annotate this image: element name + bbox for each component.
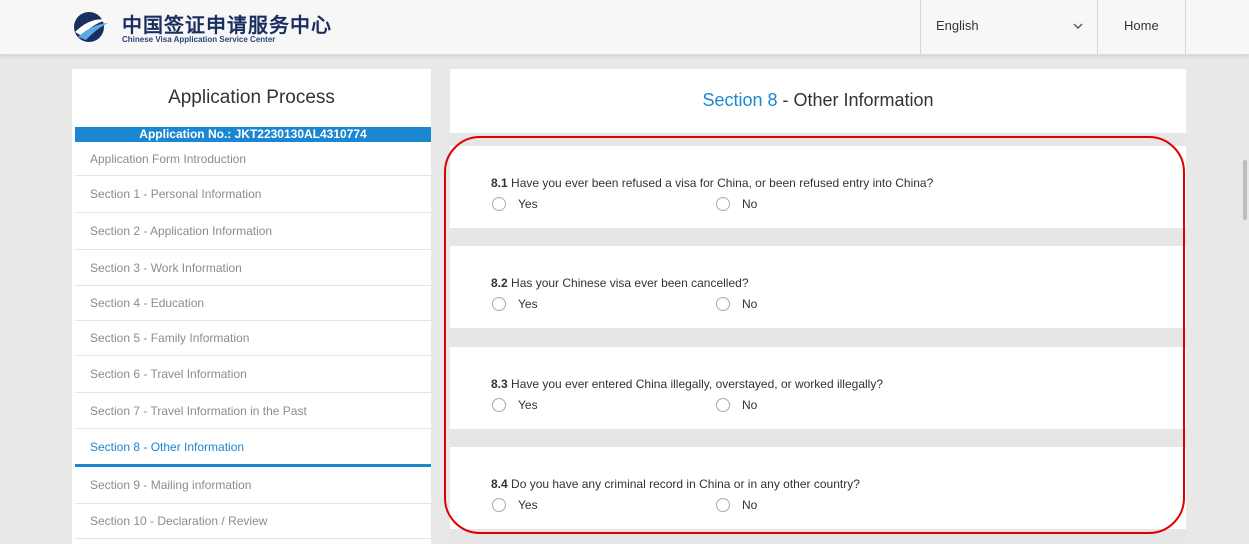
radio-circle-icon — [492, 398, 506, 412]
radio-circle-icon — [716, 398, 730, 412]
sidebar-item-label: Section 7 - Travel Information in the Pa… — [90, 403, 307, 418]
question-label: Have you ever been refused a visa for Ch… — [507, 176, 934, 190]
page-title: Section 8 - Other Information — [450, 69, 1186, 134]
radio-label: Yes — [518, 498, 538, 512]
question-number: 8.4 — [491, 477, 508, 491]
question-text: 8.1 Have you ever been refused a visa fo… — [491, 176, 933, 190]
sidebar-item-introduction[interactable]: Application Form Introduction — [75, 142, 431, 176]
question-8-2-no-radio[interactable]: No — [716, 297, 757, 311]
chevron-down-icon — [1073, 23, 1083, 29]
visa-center-logo-icon — [74, 12, 109, 42]
question-8-4-yes-radio[interactable]: Yes — [492, 498, 538, 512]
question-text: 8.4 Do you have any criminal record in C… — [491, 477, 860, 491]
question-8-3-yes-radio[interactable]: Yes — [492, 398, 538, 412]
sidebar-item-label: Section 4 - Education — [90, 296, 205, 310]
language-select-value: English — [936, 18, 979, 33]
page-scrollbar[interactable] — [1243, 160, 1247, 220]
question-8-3-no-radio[interactable]: No — [716, 398, 757, 412]
sidebar-item-label: Section 1 - Personal Information — [90, 187, 262, 201]
question-label: Have you ever entered China illegally, o… — [507, 377, 883, 391]
home-link[interactable]: Home — [1098, 0, 1186, 55]
radio-circle-icon — [492, 297, 506, 311]
question-8-4-no-radio[interactable]: No — [716, 498, 757, 512]
radio-circle-icon — [492, 197, 506, 211]
sidebar-title: Application Process — [168, 87, 335, 108]
question-8-1: 8.1 Have you ever been refused a visa fo… — [450, 146, 1186, 228]
radio-label: Yes — [518, 398, 538, 412]
top-bar: 中国签证申请服务中心 Chinese Visa Application Serv… — [0, 0, 1249, 55]
logo-english-text: Chinese Visa Application Service Center — [122, 35, 276, 44]
question-8-2-yes-radio[interactable]: Yes — [492, 297, 538, 311]
sidebar-item-section-8[interactable]: Section 8 - Other Information — [75, 429, 431, 467]
sidebar-item-label: Section 3 - Work Information — [90, 260, 242, 275]
section-form-panel: Section 8 - Other Information 8.1 Have y… — [450, 69, 1186, 544]
radio-label: Yes — [518, 297, 538, 311]
radio-label: No — [742, 197, 758, 211]
radio-label: No — [742, 398, 758, 412]
sidebar-item-section-10[interactable]: Section 10 - Declaration / Review — [75, 504, 431, 539]
question-8-1-no-radio[interactable]: No — [716, 197, 757, 211]
sidebar-item-section-5[interactable]: Section 5 - Family Information — [75, 321, 431, 356]
sidebar-item-section-7[interactable]: Section 7 - Travel Information in the Pa… — [75, 393, 431, 429]
sidebar-item-label: Application Form Introduction — [90, 151, 247, 166]
radio-circle-icon — [716, 297, 730, 311]
question-8-4: 8.4 Do you have any criminal record in C… — [450, 447, 1186, 529]
sidebar-item-label: Section 5 - Family Information — [90, 331, 250, 345]
application-process-sidebar: Application Process Application No.: JKT… — [72, 69, 431, 544]
radio-circle-icon — [492, 498, 506, 512]
sidebar-item-label: Section 9 - Mailing information — [90, 478, 252, 492]
sidebar-item-label: Section 2 - Application Information — [90, 224, 273, 238]
question-label: Has your Chinese visa ever been cancelle… — [507, 276, 749, 290]
radio-label: No — [742, 498, 758, 512]
question-text: 8.3 Have you ever entered China illegall… — [491, 377, 883, 391]
home-link-label: Home — [1124, 18, 1159, 33]
radio-label: No — [742, 297, 758, 311]
section-title: - Other Information — [777, 90, 934, 110]
sidebar-item-label: Section 10 - Declaration / Review — [90, 514, 268, 528]
question-number: 8.1 — [491, 176, 508, 190]
application-number-banner: Application No.: JKT2230130AL4310774 — [75, 127, 431, 142]
sidebar-item-section-6[interactable]: Section 6 - Travel Information — [75, 356, 431, 393]
question-8-1-yes-radio[interactable]: Yes — [492, 197, 538, 211]
sidebar-item-section-4[interactable]: Section 4 - Education — [75, 286, 431, 321]
question-text: 8.2 Has your Chinese visa ever been canc… — [491, 276, 749, 290]
question-8-3: 8.3 Have you ever entered China illegall… — [450, 347, 1186, 429]
sidebar-item-section-1[interactable]: Section 1 - Personal Information — [75, 176, 431, 213]
radio-label: Yes — [518, 197, 538, 211]
language-select[interactable]: English — [920, 0, 1098, 55]
sidebar-item-label: Section 6 - Travel Information — [90, 367, 247, 381]
radio-circle-icon — [716, 197, 730, 211]
sidebar-item-section-3[interactable]: Section 3 - Work Information — [75, 250, 431, 286]
question-8-2: 8.2 Has your Chinese visa ever been canc… — [450, 246, 1186, 328]
radio-circle-icon — [716, 498, 730, 512]
section-number: Section 8 — [702, 90, 778, 110]
sidebar-item-label: Section 8 - Other Information — [90, 439, 245, 454]
question-label: Do you have any criminal record in China… — [507, 477, 860, 491]
sidebar-item-section-2[interactable]: Section 2 - Application Information — [75, 213, 431, 250]
logo-chinese-text: 中国签证申请服务中心 — [122, 13, 332, 37]
sidebar-item-section-9[interactable]: Section 9 - Mailing information — [75, 467, 431, 504]
question-number: 8.3 — [491, 377, 508, 391]
question-number: 8.2 — [491, 276, 508, 290]
